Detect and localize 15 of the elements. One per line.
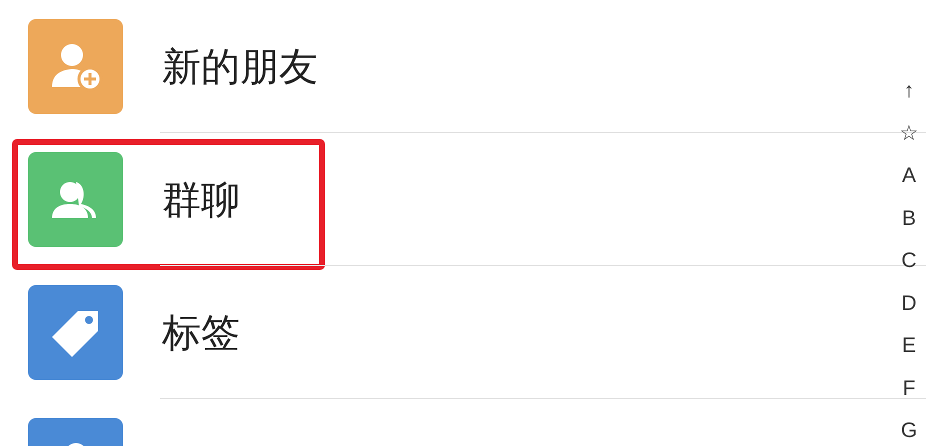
entry-tile[interactable]	[28, 19, 123, 114]
index-letter[interactable]: F	[902, 368, 916, 410]
index-letter[interactable]: ☆	[900, 112, 918, 155]
entry-tile[interactable]	[28, 152, 123, 247]
index-letter[interactable]: A	[902, 155, 916, 198]
index-letter[interactable]: ↑	[904, 70, 914, 112]
index-letter[interactable]: G	[900, 410, 918, 446]
entry-label[interactable]: 标签	[162, 306, 240, 360]
entry-label[interactable]: 新的朋友	[162, 40, 318, 94]
entry-label[interactable]: 群聊	[162, 172, 240, 226]
index-letter[interactable]: C	[901, 240, 917, 282]
index-letter[interactable]: E	[902, 325, 916, 368]
index-letter[interactable]: B	[902, 198, 916, 240]
index-letter[interactable]: D	[901, 282, 917, 325]
entry-tile[interactable]	[28, 285, 123, 380]
